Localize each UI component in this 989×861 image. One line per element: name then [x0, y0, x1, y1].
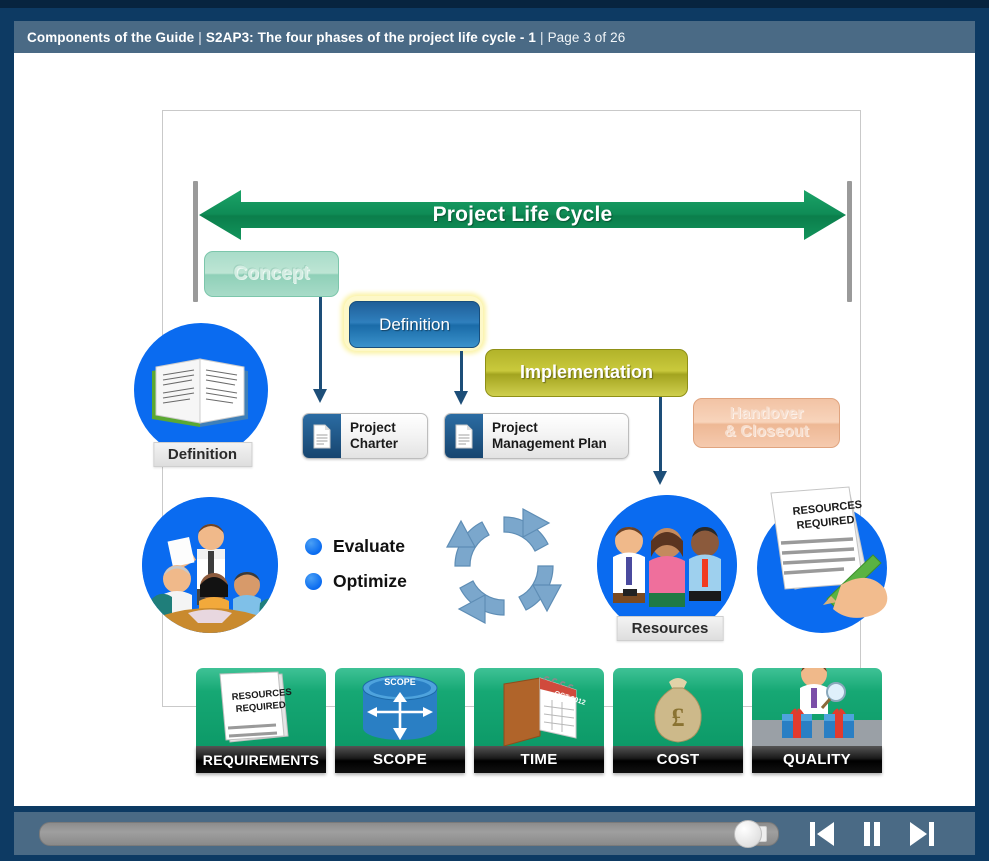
- project-life-cycle-arrow: [199, 188, 846, 242]
- signing-document-icon: RESOURCES REQUIRED: [770, 486, 888, 618]
- stacked-papers-icon: RESOURCES REQUIRED: [196, 668, 326, 746]
- badge-definition: Definition: [134, 323, 271, 467]
- bullet-label: Optimize: [333, 571, 407, 591]
- document-icon: [445, 414, 483, 458]
- breadcrumb: Components of the Guide | S2AP3: The fou…: [14, 21, 975, 53]
- list-item: Evaluate: [305, 536, 407, 557]
- seek-thumb-knob: [734, 819, 762, 848]
- tile-cost-label: COST: [613, 746, 743, 773]
- phase-implementation-label: Implementation: [519, 362, 653, 383]
- tile-quality[interactable]: QUALITY: [752, 668, 882, 773]
- knowledge-area-tiles: RESOURCES REQUIRED REQUIREMENTS SCOPE SC…: [196, 668, 882, 773]
- bullet-dot-icon: [305, 538, 322, 555]
- previous-slide-icon: [810, 821, 834, 846]
- badge-resources: Resources: [597, 495, 743, 641]
- timeline-start-rule: [193, 181, 198, 302]
- three-people-icon: [597, 495, 737, 635]
- timeline-end-rule: [847, 181, 852, 302]
- badge-circle: [142, 497, 278, 633]
- circular-arrows-icon: [439, 501, 569, 631]
- cylinder-scope-icon: SCOPE: [335, 668, 465, 746]
- pause-button[interactable]: [851, 817, 893, 851]
- course-title: Components of the Guide: [27, 29, 195, 45]
- slide-player-window: Components of the Guide | S2AP3: The fou…: [0, 0, 989, 861]
- bullet-dot-icon: [305, 573, 322, 590]
- document-icon: [303, 414, 341, 458]
- calendar-icon: OCT 2012: [474, 668, 604, 746]
- phase-definition-label: Definition: [379, 314, 450, 334]
- svg-text:SCOPE: SCOPE: [384, 677, 416, 687]
- phase-handover-closeout[interactable]: Handover & Closeout: [693, 398, 840, 448]
- previous-slide-button[interactable]: [801, 817, 843, 851]
- tile-cost[interactable]: £ COST: [613, 668, 743, 773]
- seek-slider[interactable]: [39, 819, 779, 848]
- slide-stage: Project Life Cycle Concept Definition Im…: [14, 53, 975, 806]
- tile-quality-label: QUALITY: [752, 746, 882, 773]
- tile-requirements[interactable]: RESOURCES REQUIRED REQUIREMENTS: [196, 668, 326, 773]
- phase-handover-label: Handover & Closeout: [724, 405, 809, 440]
- project-charter-label: Project Charter: [350, 420, 399, 451]
- phase-concept-label: Concept: [233, 262, 310, 284]
- tile-scope-label: SCOPE: [335, 746, 465, 773]
- badge-circle: [597, 495, 737, 635]
- project-management-plan-label: Project Management Plan: [492, 420, 607, 451]
- deliverable-project-management-plan[interactable]: Project Management Plan: [444, 413, 629, 459]
- deliverable-project-charter[interactable]: Project Charter: [302, 413, 428, 459]
- badge-resources-required: RESOURCES REQUIRED: [749, 481, 899, 633]
- badge-team-meeting: [142, 497, 282, 633]
- player-controls-bar: [14, 812, 975, 855]
- seek-thumb[interactable]: [734, 819, 767, 848]
- tile-time[interactable]: OCT 2012 TIME: [474, 668, 604, 773]
- tile-scope[interactable]: SCOPE SCOPE: [335, 668, 465, 773]
- next-slide-button[interactable]: [901, 817, 943, 851]
- list-item: Optimize: [305, 571, 407, 592]
- pause-icon: [864, 821, 880, 846]
- evaluate-optimize-list: Evaluate Optimize: [305, 536, 407, 606]
- lesson-title: S2AP3: The four phases of the project li…: [205, 29, 536, 45]
- svg-text:£: £: [672, 703, 685, 732]
- phase-definition-highlight: Definition: [344, 296, 483, 351]
- money-bag-icon: £: [613, 668, 743, 746]
- next-slide-icon: [910, 821, 934, 846]
- inspector-gifts-icon: [752, 668, 882, 746]
- badge-definition-caption: Definition: [152, 442, 253, 467]
- phase-implementation[interactable]: Implementation: [485, 349, 688, 397]
- breadcrumb-separator-1: |: [198, 29, 202, 45]
- badge-circle: [134, 323, 268, 457]
- tile-time-label: TIME: [474, 746, 604, 773]
- phase-concept[interactable]: Concept: [204, 251, 339, 297]
- team-meeting-icon: [142, 497, 278, 633]
- bullet-label: Evaluate: [333, 536, 405, 556]
- open-book-icon: [152, 358, 248, 427]
- page-indicator: Page 3 of 26: [547, 29, 626, 45]
- transport-controls: [793, 817, 943, 851]
- breadcrumb-separator-2: |: [539, 29, 544, 45]
- badge-resources-caption: Resources: [616, 616, 724, 641]
- phase-definition[interactable]: Definition: [349, 301, 480, 348]
- tile-requirements-label: REQUIREMENTS: [196, 746, 326, 773]
